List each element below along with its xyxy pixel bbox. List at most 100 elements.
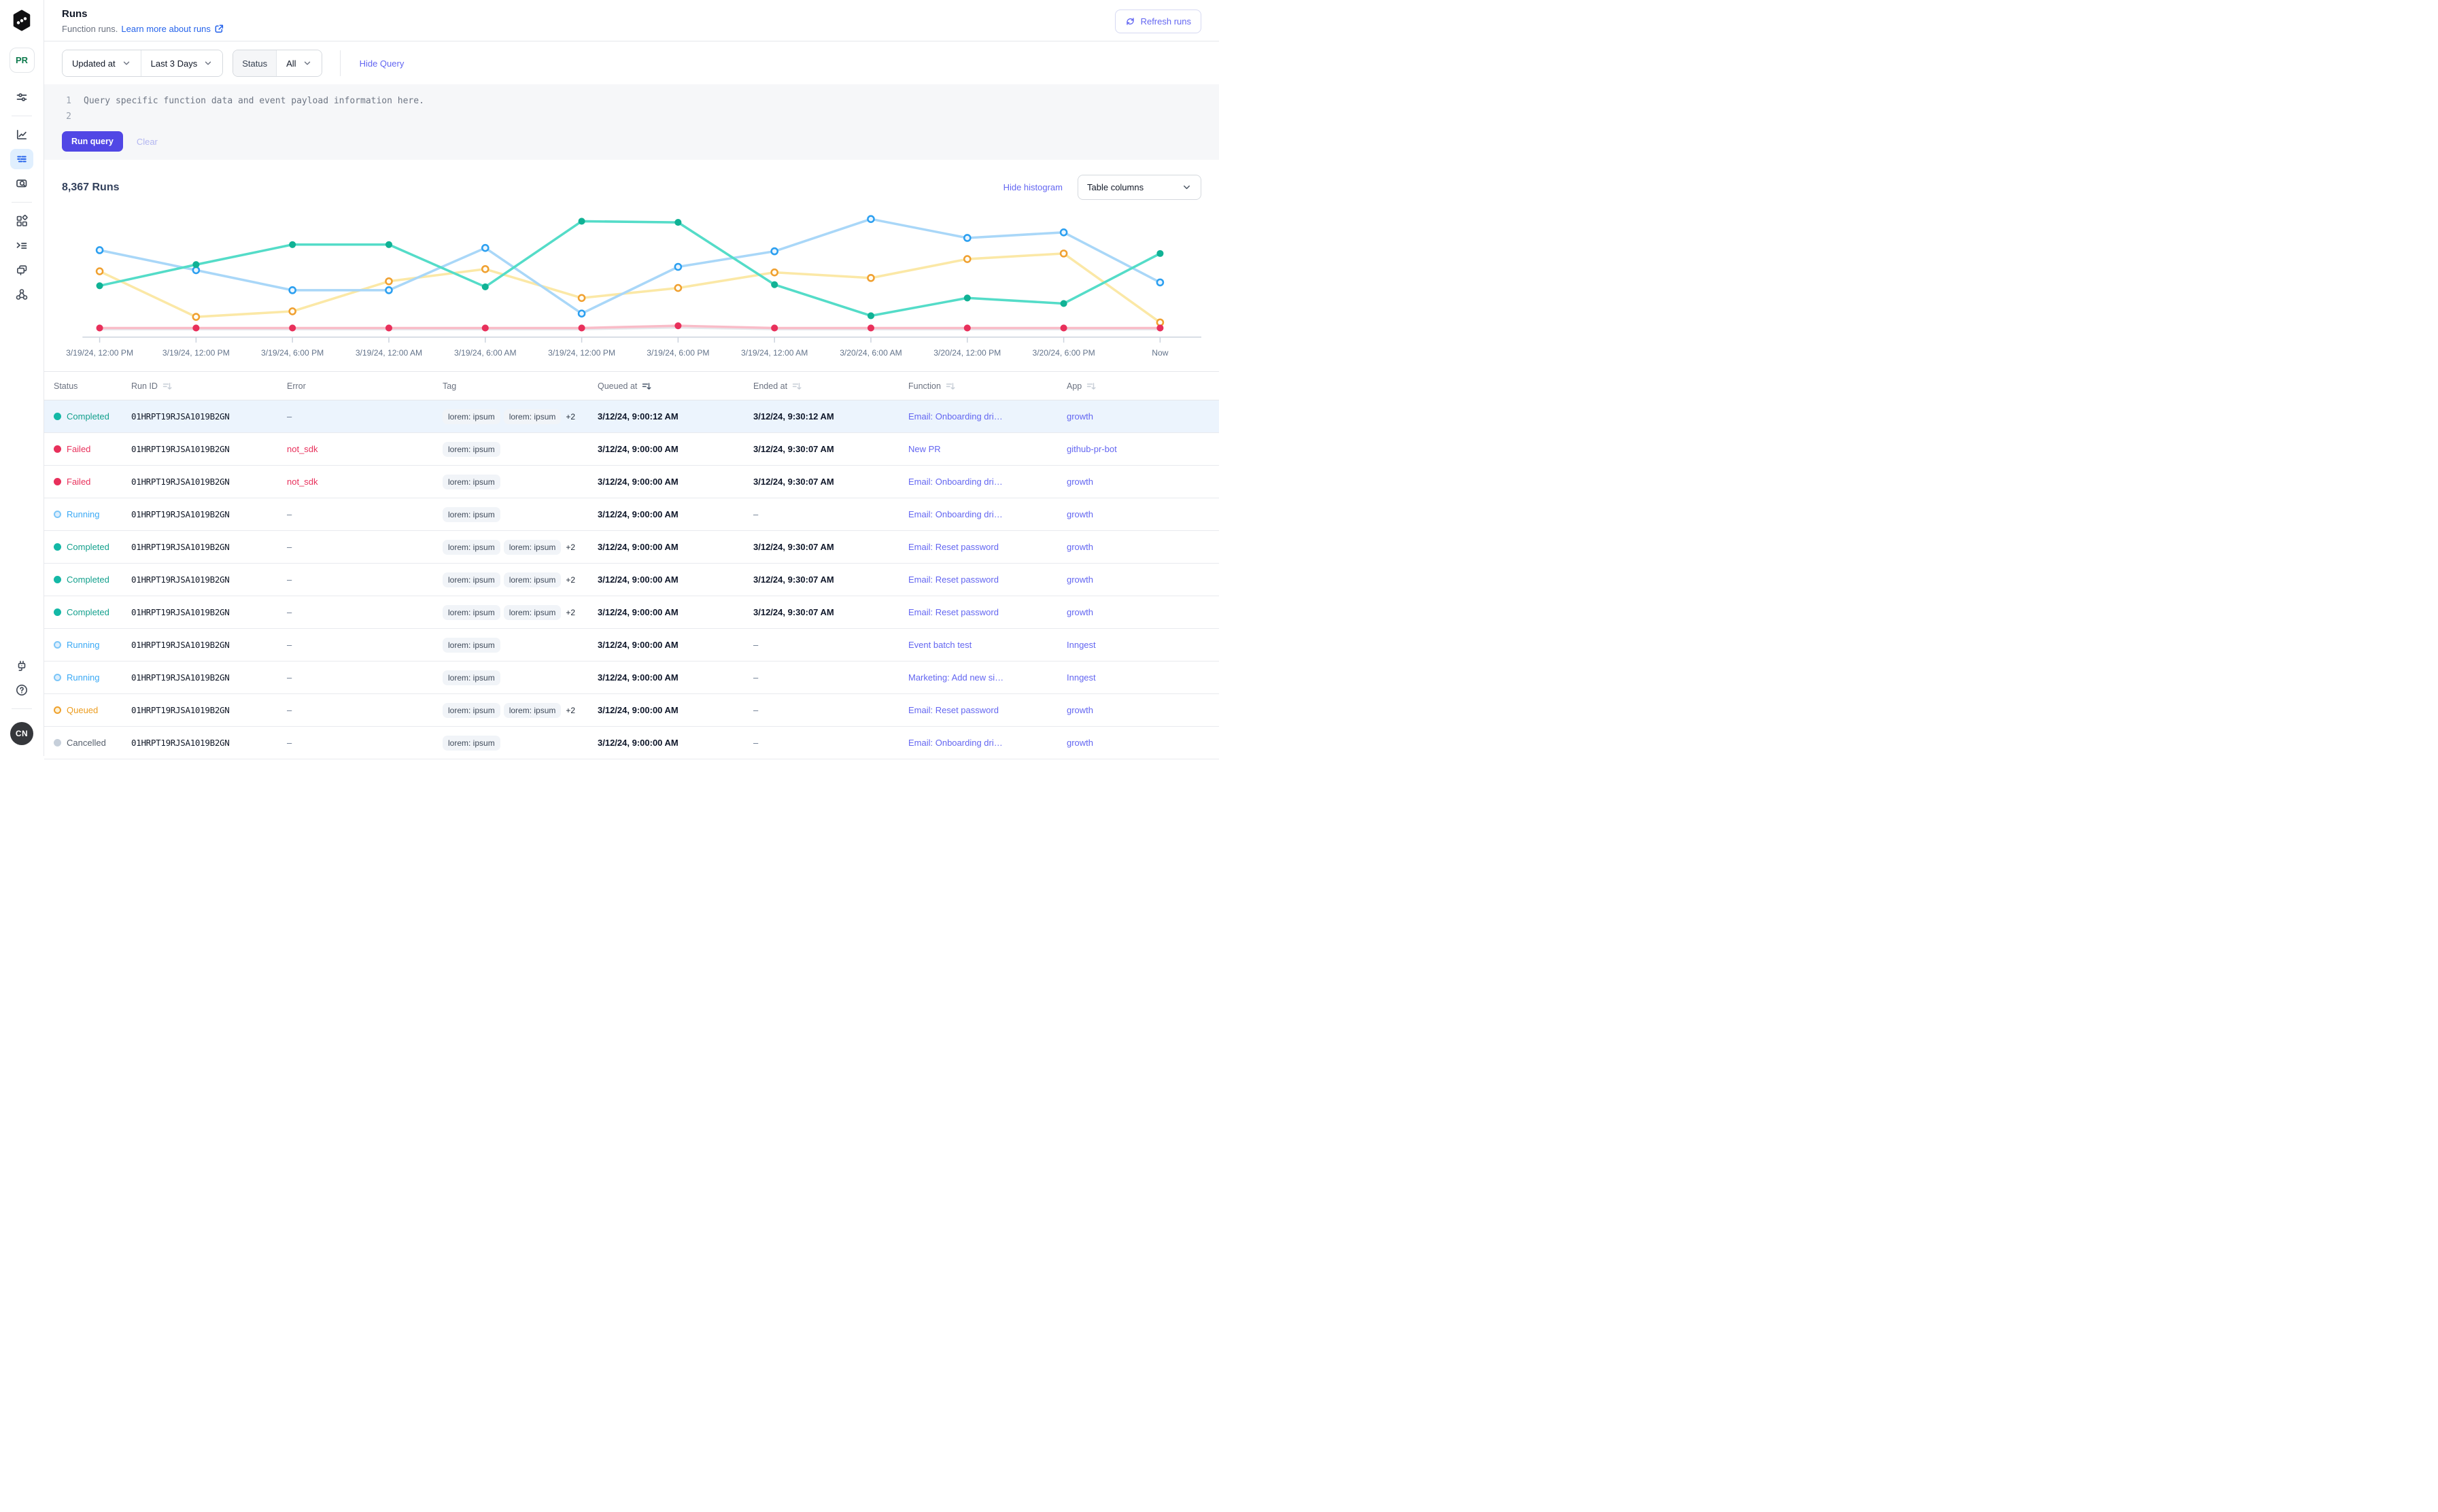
chart-point-failed[interactable] [579, 324, 585, 331]
help-icon[interactable] [10, 680, 33, 700]
chart-point-queued[interactable] [290, 308, 296, 314]
run-function-link[interactable]: Email: Onboarding dri… [908, 738, 1003, 748]
column-header-queued-at[interactable]: Queued at [588, 381, 744, 391]
time-field-dropdown[interactable]: Updated at [63, 50, 141, 76]
chart-point-failed[interactable] [771, 324, 778, 331]
chart-point-running[interactable] [772, 248, 778, 254]
chart-point-failed[interactable] [1061, 324, 1067, 331]
table-row[interactable]: Running 01HRPT19RJSA1019B2GN – lorem: ip… [44, 629, 1219, 662]
filter-sliders-icon[interactable] [10, 87, 33, 107]
run-function-link[interactable]: Email: Reset password [908, 705, 999, 715]
run-app-link[interactable]: growth [1067, 542, 1219, 552]
run-query-button[interactable]: Run query [62, 131, 123, 152]
chart-point-failed[interactable] [482, 324, 489, 331]
sidebar-item-event-search[interactable] [10, 173, 33, 194]
run-app-link[interactable]: github-pr-bot [1067, 444, 1219, 454]
table-row[interactable]: Failed 01HRPT19RJSA1019B2GN not_sdk lore… [44, 433, 1219, 466]
chart-point-failed[interactable] [97, 324, 103, 331]
table-row[interactable]: Running 01HRPT19RJSA1019B2GN – lorem: ip… [44, 662, 1219, 694]
column-header-function[interactable]: Function [899, 381, 1057, 391]
chart-point-running[interactable] [290, 287, 296, 293]
chart-point-running[interactable] [97, 247, 103, 253]
run-app-link[interactable]: Inngest [1067, 640, 1219, 650]
run-app-link[interactable]: growth [1067, 509, 1219, 519]
run-function-link[interactable]: Email: Onboarding dri… [908, 509, 1003, 519]
column-header-ended-at[interactable]: Ended at [744, 381, 899, 391]
chart-point-failed[interactable] [192, 324, 199, 331]
run-app-link[interactable]: growth [1067, 738, 1219, 748]
dev-server-plug-icon[interactable] [10, 655, 33, 676]
learn-more-link[interactable]: Learn more about runs [121, 23, 224, 34]
chart-point-queued[interactable] [964, 256, 970, 262]
run-app-link[interactable]: growth [1067, 705, 1219, 715]
chart-point-failed[interactable] [964, 324, 971, 331]
inngest-logo-icon[interactable] [12, 10, 32, 31]
chart-point-queued[interactable] [579, 295, 585, 301]
chart-point-queued[interactable] [675, 285, 681, 291]
chart-point-queued[interactable] [1061, 250, 1067, 256]
clear-query-button[interactable]: Clear [137, 137, 158, 147]
sidebar-item-functions[interactable] [10, 235, 33, 256]
column-header-status[interactable]: Status [44, 381, 122, 391]
chart-point-queued[interactable] [868, 275, 874, 281]
chart-point-completed[interactable] [289, 241, 296, 248]
chart-point-completed[interactable] [579, 218, 585, 224]
chart-point-running[interactable] [964, 235, 970, 241]
table-row[interactable]: Queued 01HRPT19RJSA1019B2GN – lorem: ips… [44, 694, 1219, 727]
chart-point-running[interactable] [675, 264, 681, 270]
column-header-app[interactable]: App [1057, 381, 1219, 391]
chart-point-queued[interactable] [193, 314, 199, 320]
column-header-error[interactable]: Error [277, 381, 433, 391]
chart-point-running[interactable] [579, 311, 585, 317]
chart-point-running[interactable] [385, 287, 392, 293]
run-app-link[interactable]: growth [1067, 607, 1219, 617]
chart-point-running[interactable] [482, 245, 488, 251]
sidebar-item-events[interactable] [10, 260, 33, 280]
chart-point-running[interactable] [1061, 229, 1067, 235]
table-row[interactable]: Cancelled 01HRPT19RJSA1019B2GN – lorem: … [44, 727, 1219, 759]
chart-point-running[interactable] [868, 216, 874, 222]
chart-point-queued[interactable] [482, 266, 488, 272]
run-function-link[interactable]: Email: Reset password [908, 574, 999, 585]
chart-point-running[interactable] [1157, 279, 1163, 286]
run-app-link[interactable]: growth [1067, 574, 1219, 585]
run-function-link[interactable]: Event batch test [908, 640, 972, 650]
table-row[interactable]: Completed 01HRPT19RJSA1019B2GN – lorem: … [44, 531, 1219, 564]
chart-point-failed[interactable] [289, 324, 296, 331]
time-range-dropdown[interactable]: Last 3 Days [141, 50, 223, 76]
sidebar-item-metrics[interactable] [10, 124, 33, 145]
chart-point-completed[interactable] [482, 284, 489, 290]
chart-point-failed[interactable] [674, 322, 681, 329]
run-app-link[interactable]: growth [1067, 477, 1219, 487]
chart-point-queued[interactable] [97, 269, 103, 275]
chart-point-completed[interactable] [385, 241, 392, 248]
table-row[interactable]: Completed 01HRPT19RJSA1019B2GN – lorem: … [44, 596, 1219, 629]
hide-query-link[interactable]: Hide Query [360, 58, 405, 69]
table-row[interactable]: Running 01HRPT19RJSA1019B2GN – lorem: ip… [44, 498, 1219, 531]
run-function-link[interactable]: Marketing: Add new si… [908, 672, 1003, 683]
chart-point-completed[interactable] [868, 312, 874, 319]
run-app-link[interactable]: Inngest [1067, 672, 1219, 683]
run-app-link[interactable]: growth [1067, 411, 1219, 422]
run-function-link[interactable]: Email: Onboarding dri… [908, 411, 1003, 422]
sidebar-item-webhooks[interactable] [10, 284, 33, 305]
sidebar-item-apps[interactable] [10, 211, 33, 231]
table-columns-dropdown[interactable]: Table columns [1078, 175, 1201, 200]
run-function-link[interactable]: Email: Reset password [908, 542, 999, 552]
chart-point-completed[interactable] [1156, 250, 1163, 257]
chart-point-completed[interactable] [97, 282, 103, 289]
chart-point-queued[interactable] [772, 269, 778, 275]
run-function-link[interactable]: New PR [908, 444, 941, 454]
chart-point-failed[interactable] [868, 324, 874, 331]
run-function-link[interactable]: Email: Onboarding dri… [908, 477, 1003, 487]
chart-point-completed[interactable] [674, 219, 681, 226]
chart-point-completed[interactable] [1061, 300, 1067, 307]
chart-point-completed[interactable] [192, 261, 199, 268]
column-header-tag[interactable]: Tag [433, 381, 588, 391]
chart-point-completed[interactable] [771, 281, 778, 288]
chart-point-failed[interactable] [1156, 324, 1163, 331]
chart-point-completed[interactable] [964, 294, 971, 301]
workspace-badge[interactable]: PR [10, 48, 35, 73]
chart-point-queued[interactable] [385, 278, 392, 284]
table-row[interactable]: Completed 01HRPT19RJSA1019B2GN – lorem: … [44, 564, 1219, 596]
